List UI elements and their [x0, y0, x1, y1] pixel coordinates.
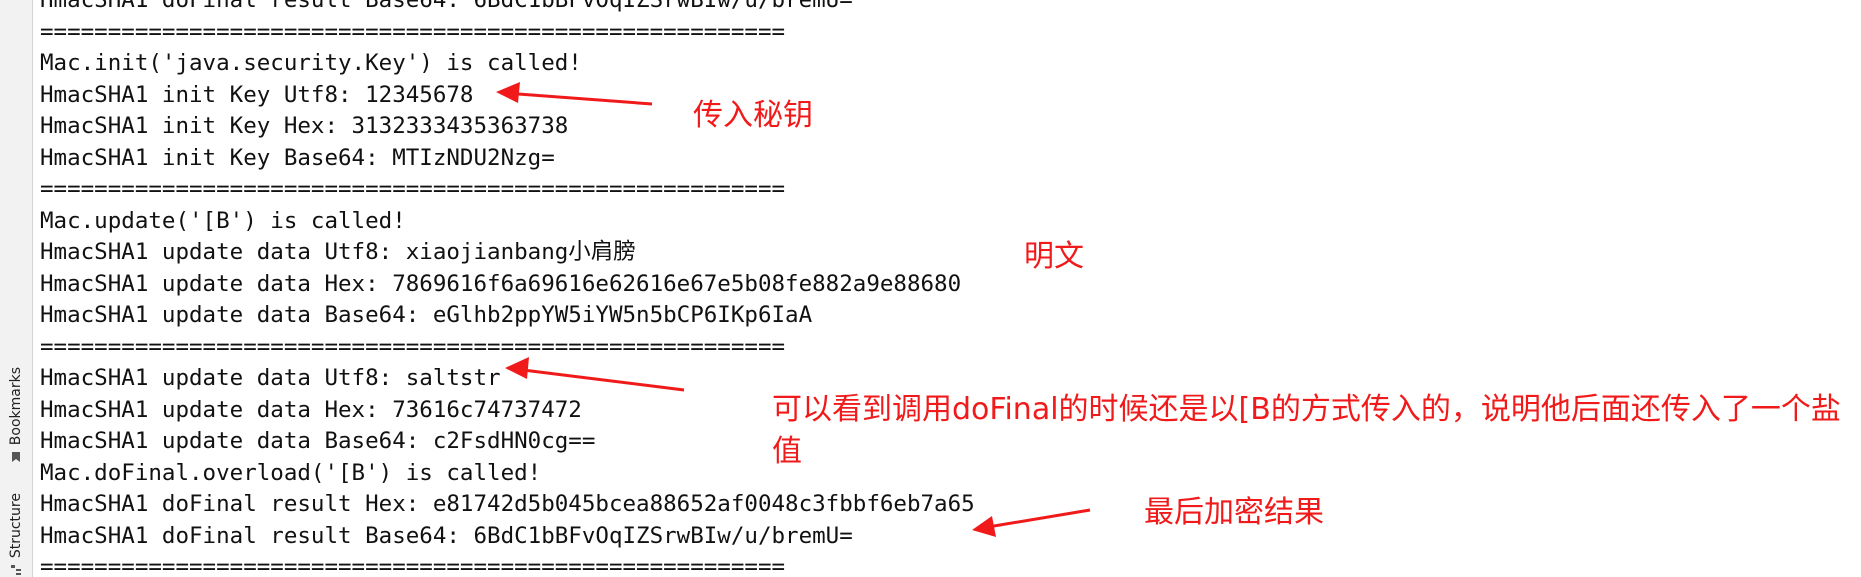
console-line: HmacSHA1 doFinal result Hex: e81742d5b04… — [40, 491, 975, 517]
console-output: HmacSHA1 doFinal result Base64: 6BdC1bBF… — [40, 0, 975, 577]
console-line: HmacSHA1 doFinal result Base64: 6BdC1bBF… — [40, 522, 853, 549]
console-line: ========================================… — [40, 554, 786, 577]
annotation-result: 最后加密结果 — [1144, 495, 1324, 530]
console-line: ========================================… — [40, 333, 786, 360]
bookmark-icon — [12, 452, 20, 463]
annotation-key: 传入秘钥 — [693, 98, 813, 133]
console-line: HmacSHA1 update data Base64: eGlhb2ppYW5… — [40, 302, 813, 328]
annotation-plaintext: 明文 — [1024, 239, 1084, 274]
sidebar-tab-structure[interactable]: Structure — [4, 492, 28, 577]
structure-icon — [11, 565, 21, 576]
console-line: ========================================… — [40, 176, 786, 202]
console-line: ========================================… — [40, 18, 786, 45]
console-line: HmacSHA1 update data Hex: 7869616f6a6961… — [40, 270, 962, 297]
console-line: Mac.init('java.security.Key') is called! — [40, 50, 582, 76]
annotation-salt: 可以看到调用doFinal的时候还是以[B的方式传入的，说明他后面还传入了一个盐… — [772, 392, 1841, 469]
console-line: HmacSHA1 doFinal result Base64: 6BdC1bBF… — [40, 0, 853, 13]
console-line: Mac.update('[B') is called! — [40, 207, 406, 234]
console-line: HmacSHA1 update data Utf8: xiaojianbang小… — [40, 239, 636, 265]
console-line: HmacSHA1 init Key Base64: MTIzNDU2Nzg= — [40, 144, 555, 171]
tool-window-strip: Bookmarks Structure — [0, 0, 33, 577]
arrow-result — [972, 508, 1091, 537]
sidebar-tab-label: Bookmarks — [8, 366, 24, 446]
sidebar-tab-label: Structure — [8, 492, 24, 559]
console-line: HmacSHA1 init Key Hex: 3132333435363738 — [40, 113, 569, 139]
sidebar-tab-bookmarks[interactable]: Bookmarks — [4, 350, 28, 480]
console-line: HmacSHA1 init Key Utf8: 12345678 — [40, 81, 474, 108]
